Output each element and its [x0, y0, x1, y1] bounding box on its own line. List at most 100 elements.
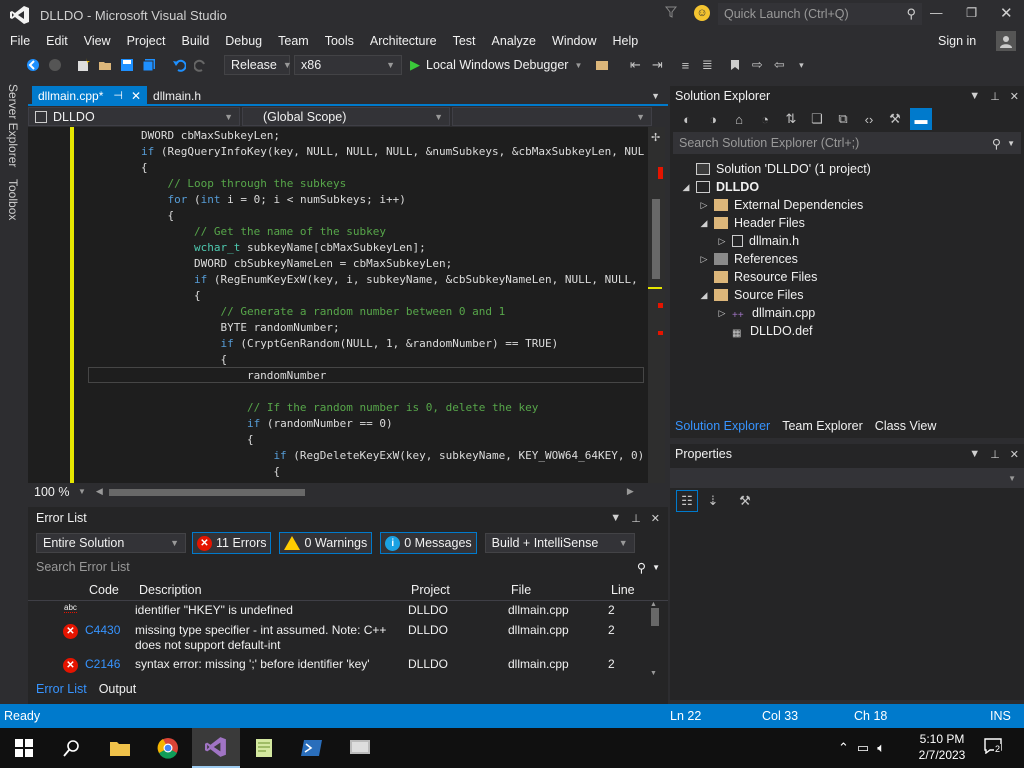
code-line[interactable]: if (RegEnumKeyExW(key, i, subkeyName, &c… [88, 272, 638, 288]
expanded-caret-icon[interactable]: ◢ [698, 286, 710, 304]
clock[interactable]: 5:10 PM 2/7/2023 [912, 731, 972, 763]
code-line[interactable]: if (randomNumber == 0) [88, 416, 393, 432]
close-button[interactable]: ✕ [1000, 4, 1013, 22]
tab-error-list[interactable]: Error List [36, 682, 87, 696]
back-icon[interactable]: ◐ [676, 108, 698, 130]
account-avatar-icon[interactable] [996, 31, 1016, 51]
chevron-up-icon[interactable]: ⌃ [838, 740, 849, 756]
code-line[interactable]: { [88, 464, 280, 480]
code-line[interactable]: { [88, 288, 201, 304]
code-line[interactable]: if (CryptGenRandom(NULL, 1, &randomNumbe… [88, 336, 558, 352]
column-code[interactable]: Code [89, 583, 119, 597]
maximize-button[interactable]: ❐ [966, 5, 977, 20]
menu-view[interactable]: View [76, 30, 119, 52]
window-position-icon[interactable]: ▼ [969, 448, 980, 460]
close-panel-icon[interactable]: ✕ [1010, 90, 1019, 103]
code-line[interactable]: DWORD cbSubkeyNameLen = cbMaxSubkeyLen; [88, 256, 452, 272]
object-selector-dropdown[interactable]: ▼ [670, 468, 1024, 488]
step-icon[interactable]: ⇤ [624, 54, 646, 76]
file-explorer-icon[interactable] [96, 728, 144, 768]
tree-item-dlldo-def[interactable]: ▦ DLLDO.def [716, 322, 813, 340]
collapsed-caret-icon[interactable]: ▷ [698, 196, 710, 214]
start-debugging-button[interactable]: ▶ Local Windows Debugger ▼ [410, 57, 582, 73]
horizontal-scrollbar[interactable] [107, 487, 627, 497]
forward-icon[interactable]: ◑ [702, 108, 724, 130]
close-panel-icon[interactable]: ✕ [651, 512, 660, 525]
code-line[interactable]: // Get the name of the subkey [88, 224, 386, 240]
powershell-icon[interactable] [288, 728, 336, 768]
column-project[interactable]: Project [411, 583, 450, 597]
close-tab-icon[interactable]: ✕ [131, 86, 141, 106]
expanded-caret-icon[interactable]: ◢ [698, 214, 710, 232]
menu-team[interactable]: Team [270, 30, 317, 52]
menu-debug[interactable]: Debug [217, 30, 270, 52]
pin-icon[interactable]: ⊥ [990, 448, 1000, 461]
menu-project[interactable]: Project [119, 30, 174, 52]
member-dropdown[interactable]: ▼ [452, 107, 652, 126]
server-explorer-tab[interactable]: Server Explorer [6, 84, 20, 167]
solution-configuration-dropdown[interactable]: Release ▼ [224, 55, 292, 75]
tab-dllmain-cpp[interactable]: dllmain.cpp* ⊣ ✕ [32, 86, 148, 106]
collapsed-caret-icon[interactable]: ▷ [716, 304, 728, 322]
code-line[interactable]: if (RegQueryInfoKey(key, NULL, NULL, NUL… [88, 144, 644, 160]
warnings-filter-button[interactable]: 0 Warnings [279, 532, 373, 554]
save-icon[interactable] [116, 54, 138, 76]
pin-icon[interactable]: ⊣ [113, 86, 123, 106]
code-line[interactable]: wchar_t subkeyName[cbMaxSubkeyLen]; [88, 240, 426, 256]
collapsed-caret-icon[interactable]: ▷ [716, 232, 728, 250]
categorized-icon[interactable]: ☷ [676, 490, 698, 512]
next-bookmark-icon[interactable]: ⇨ [746, 54, 768, 76]
code-line[interactable]: { [88, 160, 148, 176]
pin-icon[interactable]: ⊥ [990, 90, 1000, 103]
redo-icon[interactable] [190, 54, 212, 76]
tree-item-header-files[interactable]: ◢ Header Files [698, 214, 805, 232]
code-line[interactable]: for (int i = 0; i < numSubkeys; i++) [88, 192, 405, 208]
close-panel-icon[interactable]: ✕ [1010, 448, 1019, 461]
filter-icon[interactable] [664, 6, 678, 21]
bookmark-icon[interactable] [724, 54, 746, 76]
scroll-left-icon[interactable]: ◀ [96, 486, 103, 497]
solution-search-input[interactable]: Search Solution Explorer (Ctrl+;) ⚲ ▼ [673, 132, 1021, 154]
window-position-icon[interactable]: ▼ [610, 512, 621, 524]
column-line[interactable]: Line [611, 583, 635, 597]
menu-analyze[interactable]: Analyze [484, 30, 544, 52]
sign-in-link[interactable]: Sign in [938, 34, 976, 48]
quick-launch-input[interactable]: Quick Launch (Ctrl+Q) ⚲ [718, 3, 922, 25]
project-dropdown[interactable]: DLLDO ▼ [28, 107, 240, 126]
new-project-icon[interactable] [72, 54, 94, 76]
code-line[interactable]: // Loop through the subkeys [88, 176, 346, 192]
tree-item-dllmain-cpp[interactable]: ▷ ++ dllmain.cpp [716, 304, 816, 322]
code-line[interactable]: if (RegDeleteKeyExW(key, subkeyName, KEY… [88, 448, 644, 464]
errors-filter-button[interactable]: ✕ 11 Errors [192, 532, 272, 554]
table-row[interactable]: abc identifier "HKEY" is undefined DLLDO… [28, 603, 656, 623]
menu-tools[interactable]: Tools [317, 30, 362, 52]
code-line[interactable]: { [88, 432, 254, 448]
vertical-scrollbar[interactable]: ✢ [648, 127, 665, 483]
windows-start-icon[interactable] [0, 728, 48, 768]
code-line[interactable]: BYTE randomNumber; [88, 320, 339, 336]
column-description[interactable]: Description [139, 583, 202, 597]
undo-icon[interactable] [168, 54, 190, 76]
comment-lines-icon[interactable]: ≡ [674, 54, 696, 76]
code-line[interactable]: randomNumber [88, 368, 326, 384]
notification-center-icon[interactable]: 2 [984, 738, 1004, 756]
menu-edit[interactable]: Edit [38, 30, 76, 52]
tab-output[interactable]: Output [99, 682, 137, 696]
properties-wrench-icon[interactable]: ⚒ [884, 108, 906, 130]
minimize-button[interactable]: — [930, 6, 943, 20]
menu-architecture[interactable]: Architecture [362, 30, 445, 52]
chevron-down-icon[interactable]: ▼ [78, 487, 86, 496]
zoom-level[interactable]: 100 % [34, 485, 78, 499]
split-window-icon[interactable]: ✢ [651, 131, 660, 144]
tab-dllmain-h[interactable]: dllmain.h [147, 86, 207, 106]
navigate-back-icon[interactable] [22, 54, 44, 76]
menu-window[interactable]: Window [544, 30, 604, 52]
show-all-files-icon[interactable]: ⧉ [832, 108, 854, 130]
code-line[interactable]: { [88, 352, 227, 368]
alphabetical-icon[interactable]: ⇣ [702, 490, 724, 512]
speaker-icon[interactable]: 🔈︎ [877, 740, 885, 756]
table-row[interactable]: ✕ C2146 syntax error: missing ';' before… [28, 657, 656, 677]
search-icon[interactable] [48, 728, 96, 768]
chrome-icon[interactable] [144, 728, 192, 768]
build-source-dropdown[interactable]: Build + IntelliSense ▼ [484, 533, 635, 553]
